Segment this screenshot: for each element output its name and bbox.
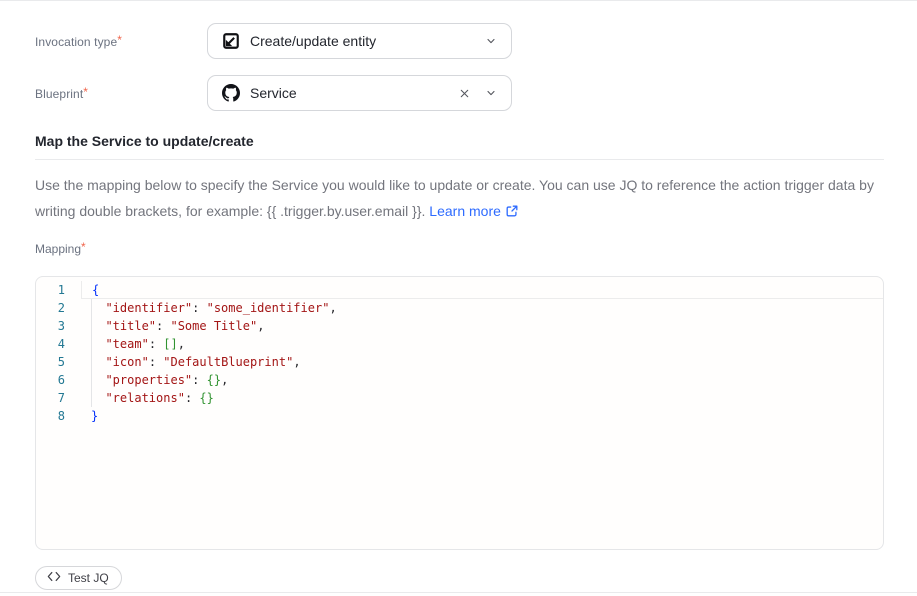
test-jq-button[interactable]: Test JQ [35, 566, 122, 590]
code-line-content[interactable]: "properties": {}, [81, 371, 883, 389]
required-asterisk: * [117, 33, 122, 47]
code-token: "DefaultBlueprint" [163, 355, 293, 369]
top-divider [0, 0, 917, 1]
code-line[interactable]: 3 "title": "Some Title", [36, 317, 883, 335]
learn-more-link[interactable]: Learn more [429, 203, 501, 219]
code-line[interactable]: 6 "properties": {}, [36, 371, 883, 389]
blueprint-row: Blueprint* Service [35, 75, 884, 111]
code-line-content[interactable]: } [81, 407, 883, 425]
code-token [91, 355, 105, 369]
code-token: {} [207, 373, 221, 387]
section-heading: Map the Service to update/create [35, 133, 884, 149]
code-token: : [192, 301, 206, 315]
form-content: Invocation type* Create/update entity [0, 0, 917, 590]
code-line-content[interactable]: "relations": {} [81, 389, 883, 407]
chevron-down-icon[interactable] [485, 35, 497, 47]
blueprint-label-text: Blueprint [35, 87, 83, 101]
code-token: {} [199, 391, 213, 405]
chevron-down-icon[interactable] [485, 87, 497, 99]
code-token: : [149, 355, 163, 369]
mapping-code-editor[interactable]: 1{2 "identifier": "some_identifier",3 "t… [35, 276, 884, 550]
code-token [91, 319, 105, 333]
code-token [91, 391, 105, 405]
code-line-content[interactable]: "identifier": "some_identifier", [81, 299, 883, 317]
code-token: : [185, 391, 199, 405]
code-token: , [221, 373, 228, 387]
code-token: "icon" [105, 355, 148, 369]
blueprint-label: Blueprint* [35, 85, 207, 101]
code-token: "identifier" [105, 301, 192, 315]
code-line[interactable]: 2 "identifier": "some_identifier", [36, 299, 883, 317]
code-token: , [257, 319, 264, 333]
code-brackets-icon [47, 571, 61, 585]
code-token [91, 337, 105, 351]
section-description: Use the mapping below to specify the Ser… [35, 172, 884, 226]
external-link-icon[interactable] [505, 205, 519, 221]
code-token: , [293, 355, 300, 369]
invocation-type-row: Invocation type* Create/update entity [35, 23, 884, 59]
line-number: 3 [36, 317, 81, 335]
code-token: } [91, 409, 98, 423]
line-number: 8 [36, 407, 81, 425]
line-number: 5 [36, 353, 81, 371]
blueprint-select[interactable]: Service [207, 75, 512, 111]
code-token: "some_identifier" [207, 301, 330, 315]
required-asterisk: * [81, 240, 86, 254]
code-token: "team" [105, 337, 148, 351]
code-line[interactable]: 7 "relations": {} [36, 389, 883, 407]
mapping-label-text: Mapping [35, 242, 81, 256]
code-token: , [178, 337, 185, 351]
code-line-content[interactable]: "title": "Some Title", [81, 317, 883, 335]
code-token: : [156, 319, 170, 333]
line-number: 1 [36, 281, 81, 299]
github-icon [222, 84, 240, 102]
bottom-divider [0, 592, 917, 593]
section-divider [35, 159, 884, 160]
code-token [91, 301, 105, 315]
code-line[interactable]: 8} [36, 407, 883, 425]
test-jq-label: Test JQ [68, 571, 109, 585]
code-line[interactable]: 1{ [36, 281, 883, 299]
code-line-content[interactable]: "team": [], [81, 335, 883, 353]
line-number: 6 [36, 371, 81, 389]
code-token [91, 373, 105, 387]
code-token: "properties" [105, 373, 192, 387]
code-editor-lines: 1{2 "identifier": "some_identifier",3 "t… [36, 281, 883, 425]
code-line-content[interactable]: "icon": "DefaultBlueprint", [81, 353, 883, 371]
code-token: : [149, 337, 163, 351]
code-token: "Some Title" [170, 319, 257, 333]
invocation-type-label: Invocation type* [35, 33, 207, 49]
code-token: { [92, 283, 99, 297]
invocation-type-select[interactable]: Create/update entity [207, 23, 512, 59]
line-number: 7 [36, 389, 81, 407]
invocation-type-value: Create/update entity [250, 33, 475, 49]
invocation-type-label-text: Invocation type [35, 35, 117, 49]
code-token: [] [163, 337, 177, 351]
code-token: , [329, 301, 336, 315]
code-token: "relations" [105, 391, 184, 405]
code-line[interactable]: 5 "icon": "DefaultBlueprint", [36, 353, 883, 371]
code-token: : [192, 373, 206, 387]
blueprint-value: Service [250, 85, 448, 101]
code-line[interactable]: 4 "team": [], [36, 335, 883, 353]
line-number: 2 [36, 299, 81, 317]
code-token: "title" [105, 319, 156, 333]
mapping-label: Mapping* [35, 240, 884, 256]
create-update-entity-icon [222, 32, 240, 50]
required-asterisk: * [83, 85, 88, 99]
clear-icon[interactable] [458, 87, 471, 100]
line-number: 4 [36, 335, 81, 353]
action-mapping-form: Invocation type* Create/update entity [0, 0, 917, 596]
code-line-content[interactable]: { [81, 281, 883, 299]
